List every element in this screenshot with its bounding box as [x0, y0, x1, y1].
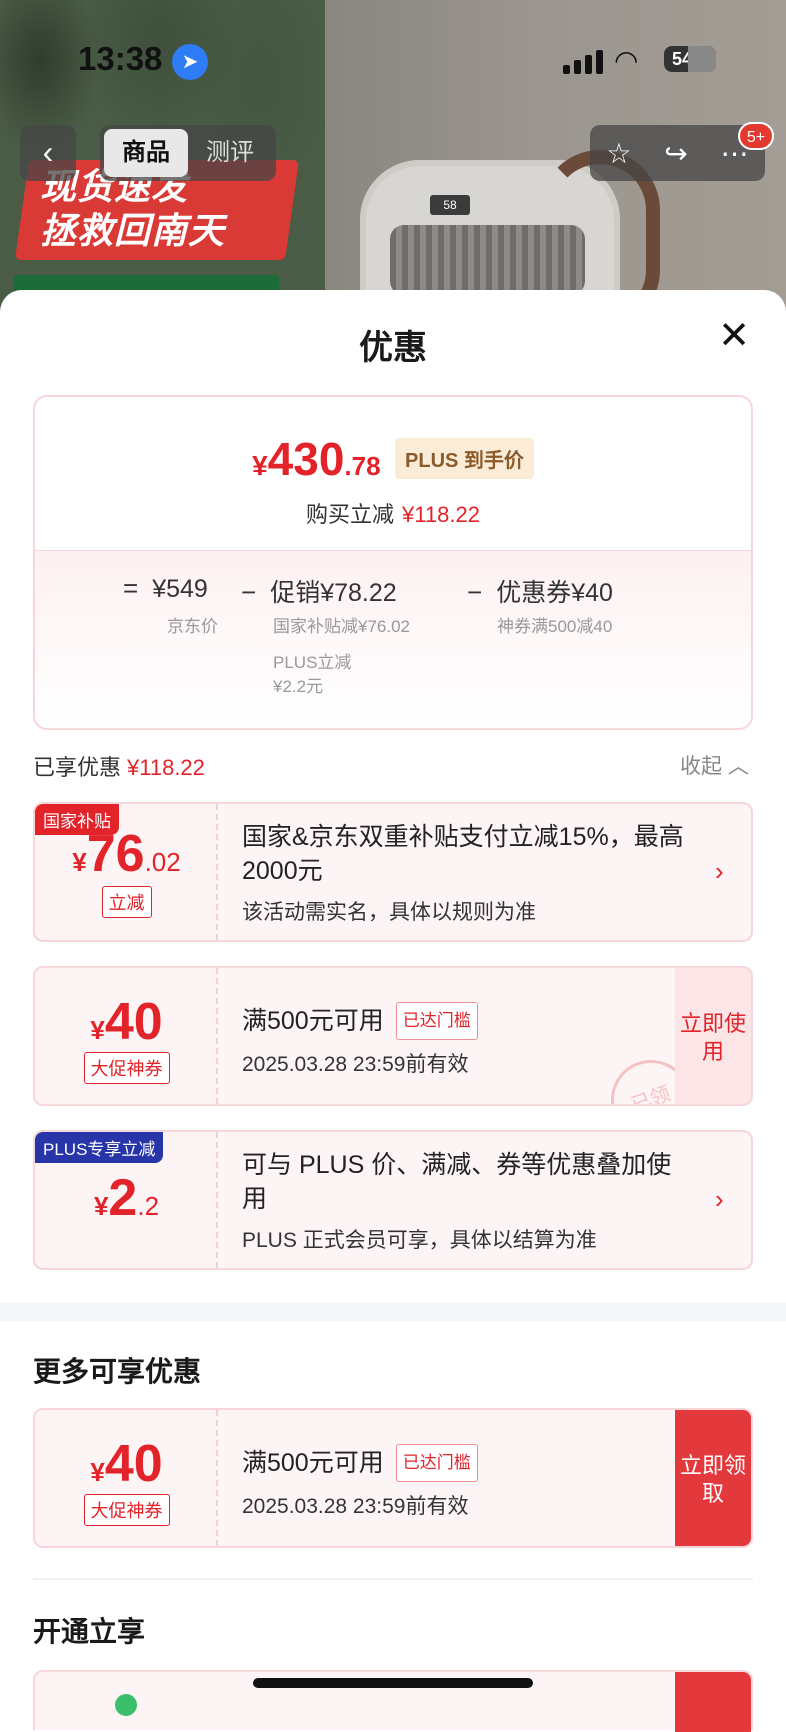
coupon-sub: 神券满500减40: [497, 617, 613, 636]
wifi-icon: ◠: [614, 45, 639, 76]
coupon-title: 满500元可用 已达门槛: [242, 1444, 692, 1482]
back-button[interactable]: ‹: [20, 125, 76, 181]
coupon-title: 可与 PLUS 价、满减、券等优惠叠加使用: [242, 1151, 672, 1213]
home-indicator[interactable]: [253, 1678, 533, 1688]
applied-discount-label: 已享优惠 ¥118.22: [33, 755, 205, 780]
product-grill: [390, 225, 585, 295]
tab-product[interactable]: 商品: [104, 129, 188, 177]
price-summary-card: ¥430.78 PLUS 到手价 购买立减 ¥118.22 = ¥549 京东价 −…: [33, 395, 753, 730]
chevron-right-icon: ›: [715, 856, 724, 886]
separator: [33, 1578, 753, 1580]
battery-icon: 54: [664, 46, 716, 72]
coupon-national-subsidy[interactable]: ¥76.02 立减 国家补贴 国家&京东双重补贴支付立减15%，最高2000元 …: [33, 802, 753, 942]
coupon-type-label: 大促神券: [35, 1494, 218, 1526]
coupon-more-big-promo[interactable]: ¥40 大促神券 满500元可用 已达门槛 2025.03.28 23:59前有效…: [33, 1408, 753, 1548]
promo-sub-plus: PLUS立减: [273, 653, 352, 672]
tab-review[interactable]: 测评: [188, 129, 272, 177]
share-icon[interactable]: ↪: [664, 137, 687, 170]
claim-now-button[interactable]: 立即领取: [675, 1410, 751, 1546]
chevron-left-icon: ‹: [42, 134, 54, 170]
coupon-expiry: 2025.03.28 23:59前有效: [242, 1495, 469, 1518]
more-offers-title: 更多可享优惠: [33, 1356, 202, 1387]
coupon-title: 满500元可用 已达门槛: [242, 1002, 692, 1040]
action-button[interactable]: [675, 1672, 751, 1732]
base-price-label: 京东价: [167, 617, 218, 636]
coupon-desc: PLUS 正式会员可享，具体以结算为准: [242, 1229, 597, 1252]
chevron-right-icon: ›: [715, 1184, 724, 1214]
plus-price-tag: PLUS 到手价: [395, 438, 534, 479]
coupon-plus-discount[interactable]: ¥2.2 PLUS专享立减 可与 PLUS 价、满减、券等优惠叠加使用 PLUS…: [33, 1130, 753, 1270]
sheet-title: 优惠: [359, 329, 427, 367]
coupon-tag: 国家补贴: [35, 804, 119, 835]
threshold-badge: 已达门槛: [395, 1002, 478, 1040]
coupon-tag: PLUS专享立减: [35, 1132, 164, 1163]
product-tabs: 商品 测评: [100, 125, 276, 181]
cellular-signal-icon: [563, 48, 605, 74]
threshold-badge: 已达门槛: [395, 1444, 478, 1482]
coupon-amount: ¥40: [90, 1435, 163, 1493]
coupon-amount: ¥40: [90, 993, 163, 1051]
coupon-title: 国家&京东双重补贴支付立减15%，最高2000元: [242, 823, 684, 885]
status-bar: 13:38 ➤ ◠ 54: [0, 40, 786, 80]
total-reduction: 购买立减 ¥118.22: [306, 502, 480, 527]
open-plus-title: 开通立享: [33, 1616, 146, 1647]
discount-sheet: 优惠 ✕ ¥430.78 PLUS 到手价 购买立减 ¥118.22 = ¥549 …: [0, 290, 786, 1732]
promo-sub-subsidy: 国家补贴减¥76.02: [273, 617, 410, 636]
use-now-button[interactable]: 立即使用: [675, 968, 751, 1104]
coupon-type-label: 立减: [35, 886, 218, 918]
promo-amount: − 促销¥78.22: [241, 577, 397, 607]
final-price: ¥430.78 PLUS 到手价: [35, 432, 751, 486]
base-price: = ¥549: [123, 573, 208, 603]
close-icon[interactable]: ✕: [716, 317, 752, 355]
coupon-amount: ¥2.2: [93, 1169, 160, 1227]
coupon-desc: 该活动需实名，具体以规则为准: [242, 901, 536, 924]
coupon-big-promo[interactable]: ¥40 大促神券 满500元可用 已达门槛 2025.03.28 23:59前有效…: [33, 966, 753, 1106]
product-display: 58: [430, 195, 470, 215]
promo-sub-plus-value: ¥2.2元: [273, 677, 324, 696]
message-badge: 5+: [738, 122, 774, 150]
location-arrow-icon: ➤: [172, 44, 208, 80]
status-time: 13:38: [78, 40, 163, 77]
green-dot-icon: [115, 1694, 137, 1716]
coupon-expiry: 2025.03.28 23:59前有效: [242, 1053, 469, 1076]
section-divider: [0, 1302, 786, 1322]
chevron-up-icon: ︿: [727, 755, 749, 778]
price-breakdown: = ¥549 京东价 − 促销¥78.22 国家补贴减¥76.02 PLUS立减 ¥…: [35, 550, 751, 728]
coupon-amount: − 优惠券¥40: [467, 577, 613, 607]
coupon-type-label: 大促神券: [35, 1052, 218, 1084]
collapse-button[interactable]: 收起 ︿: [680, 750, 749, 780]
star-icon[interactable]: ☆: [606, 137, 631, 170]
